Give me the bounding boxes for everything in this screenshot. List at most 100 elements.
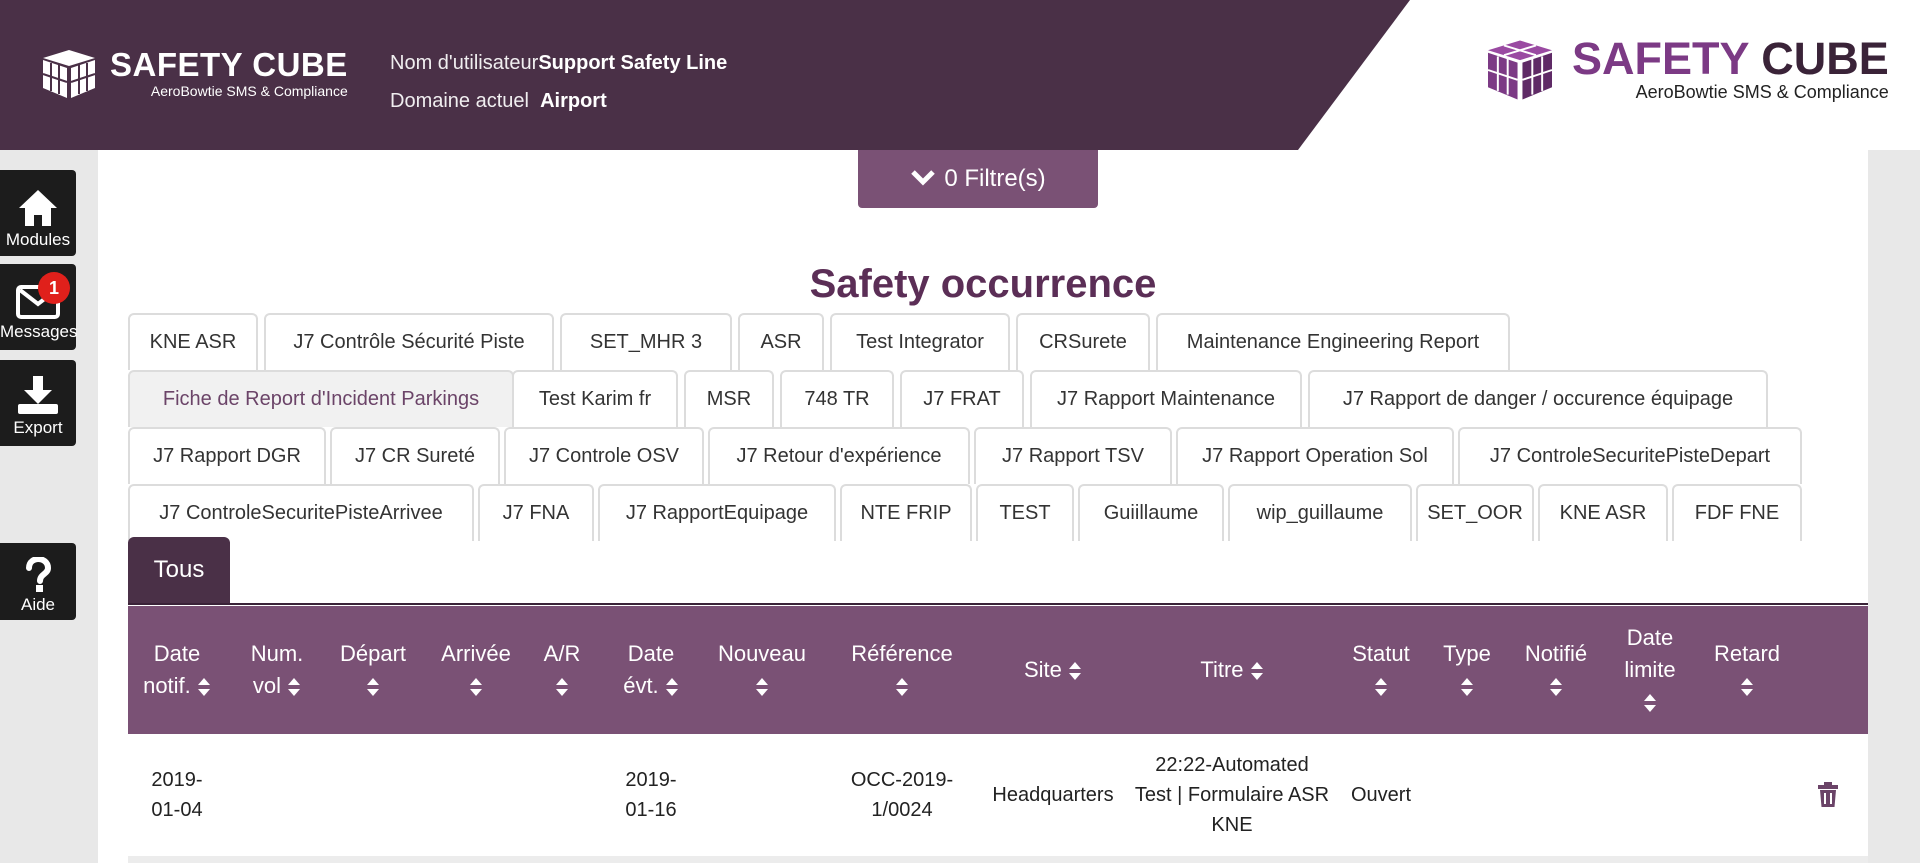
- table-row[interactable]: 2019- 01-04 2019- 01-16 OCC-2019- 1/0024 He…: [128, 734, 1868, 857]
- tab-j7-rapport-tsv[interactable]: J7 Rapport TSV: [974, 427, 1172, 484]
- column-header-label: Date: [627, 641, 675, 666]
- brand-tagline-large: AeroBowtie SMS & Compliance: [1635, 82, 1889, 102]
- sort-icon: [1250, 662, 1263, 681]
- tab-guiillaume[interactable]: Guiillaume: [1078, 484, 1224, 541]
- column-header-num-vol[interactable]: Num. vol: [240, 606, 314, 734]
- modules-button[interactable]: Modules: [0, 170, 76, 256]
- column-header-reference[interactable]: Référence: [832, 606, 972, 734]
- cell-text: OCC-2019-: [850, 769, 954, 791]
- page-title: Safety occurrence: [809, 262, 1157, 306]
- column-header-ar[interactable]: A/R: [532, 606, 592, 734]
- tab-kne-asr-2[interactable]: KNE ASR: [1538, 484, 1668, 541]
- column-header-label: Statut: [1352, 641, 1410, 666]
- brand-name-large: SAFETY CUBE: [1572, 36, 1889, 82]
- tab-fdf-fne[interactable]: FDF FNE: [1672, 484, 1802, 541]
- column-header-label: Site: [1023, 657, 1062, 682]
- tab-kne-asr[interactable]: KNE ASR: [128, 313, 258, 370]
- tab-j7-fna[interactable]: J7 FNA: [478, 484, 594, 541]
- tab-set-mhr-3[interactable]: SET_MHR 3: [560, 313, 732, 370]
- tab-j7-frat[interactable]: J7 FRAT: [900, 370, 1024, 427]
- sort-icon: [755, 678, 768, 697]
- tab-j7-controle-securite-piste-arrivee[interactable]: J7 ControleSecuritePisteArrivee: [128, 484, 474, 541]
- column-header-label: Type: [1443, 641, 1491, 666]
- tab-j7-controle-securite-piste[interactable]: J7 Contrôle Sécurité Piste: [264, 313, 554, 370]
- column-header-titre[interactable]: Titre: [1132, 606, 1332, 734]
- export-label: Export: [13, 418, 63, 437]
- delete-button[interactable]: [1808, 734, 1848, 856]
- download-icon: [18, 376, 58, 414]
- messages-button[interactable]: Messages 1: [0, 264, 78, 350]
- column-header-retard[interactable]: Retard: [1700, 606, 1794, 734]
- tab-asr[interactable]: ASR: [738, 313, 824, 370]
- column-header-label: Num.: [250, 641, 304, 666]
- cell-text: 01-16: [625, 799, 677, 821]
- column-header-arrivee[interactable]: Arrivée: [430, 606, 522, 734]
- tab-748-tr[interactable]: 748 TR: [780, 370, 894, 427]
- tab-j7-controle-osv[interactable]: J7 Controle OSV: [504, 427, 704, 484]
- column-header-notifie[interactable]: Notifié: [1508, 606, 1604, 734]
- brand-name-part1: SAFETY: [1572, 33, 1749, 84]
- export-button[interactable]: Export: [0, 360, 76, 446]
- question-icon: [26, 557, 52, 592]
- tab-msr[interactable]: MSR: [684, 370, 774, 427]
- filter-label: 0 Filtre(s): [944, 165, 1046, 192]
- tab-j7-rapport-danger-occurence[interactable]: J7 Rapport de danger / occurence équipag…: [1308, 370, 1768, 427]
- column-header-label: Date: [153, 641, 201, 666]
- tab-set-oor[interactable]: SET_OOR: [1416, 484, 1534, 541]
- column-header-label: Titre: [1200, 657, 1244, 682]
- column-header-date-limite[interactable]: Date limite: [1608, 606, 1692, 734]
- column-header-date-evt[interactable]: Date évt.: [606, 606, 696, 734]
- column-header-label: A/R: [543, 641, 581, 666]
- brand-logo[interactable]: SAFETY CUBE AeroBowtie SMS & Compliance: [40, 48, 348, 100]
- tab-fiche-report-incident-parkings[interactable]: Fiche de Report d'Incident Parkings: [128, 370, 514, 427]
- tab-j7-cr-surete[interactable]: J7 CR Sureté: [330, 427, 500, 484]
- messages-label: Messages: [0, 322, 78, 341]
- column-header-label: Retard: [1713, 641, 1781, 666]
- cube-logo-icon: [1487, 39, 1553, 100]
- tab-j7-controle-securite-piste-depart[interactable]: J7 ControleSecuritePisteDepart: [1458, 427, 1802, 484]
- sort-icon: [1069, 662, 1082, 681]
- content-panel: 0 Filtre(s) Safety occurrence KNE ASR J7…: [98, 150, 1868, 863]
- tab-j7-rapport-equipage[interactable]: J7 RapportEquipage: [598, 484, 836, 541]
- brand-name-part2: CUBE: [1761, 33, 1889, 84]
- cell-statut: Ouvert: [1350, 784, 1412, 806]
- user-info: Nom d'utilisateurSupport Safety Line Dom…: [390, 44, 727, 120]
- tab-test[interactable]: TEST: [976, 484, 1074, 541]
- filter-toggle-button[interactable]: 0 Filtre(s): [858, 150, 1098, 208]
- cell-site: Headquarters: [992, 784, 1114, 806]
- cell-text: KNE: [1211, 814, 1253, 836]
- tab-crsurete[interactable]: CRSurete: [1016, 313, 1150, 370]
- column-header-label: Départ: [339, 641, 407, 666]
- home-icon: [19, 190, 57, 226]
- messages-count-badge: 1: [38, 272, 70, 304]
- user-value: Support Safety Line: [538, 52, 728, 74]
- column-header-date-notif[interactable]: Date notif.: [138, 606, 216, 734]
- tab-j7-retour-experience[interactable]: J7 Retour d'expérience: [708, 427, 970, 484]
- tabs-divider: [128, 603, 1868, 605]
- tab-test-karim-fr[interactable]: Test Karim fr: [512, 370, 678, 427]
- tab-tous[interactable]: Tous: [128, 537, 230, 603]
- column-header-type[interactable]: Type: [1430, 606, 1504, 734]
- help-label: Aide: [20, 595, 56, 614]
- table-header: Date notif. Num. vol Départ Arrivée A/R Da…: [128, 606, 1868, 734]
- column-header-statut[interactable]: Statut: [1336, 606, 1426, 734]
- column-header-label: Nouveau: [717, 641, 807, 666]
- trash-icon: [1818, 782, 1838, 807]
- cube-logo-icon: [42, 50, 96, 98]
- help-button[interactable]: Aide: [0, 543, 76, 620]
- tab-j7-rapport-dgr[interactable]: J7 Rapport DGR: [128, 427, 326, 484]
- sort-icon: [288, 678, 301, 697]
- column-header-site[interactable]: Site: [978, 606, 1128, 734]
- column-header-label: Date: [1626, 625, 1674, 650]
- tab-maintenance-engineering-report[interactable]: Maintenance Engineering Report: [1156, 313, 1510, 370]
- tab-j7-rapport-operation-sol[interactable]: J7 Rapport Operation Sol: [1176, 427, 1454, 484]
- tab-nte-frip[interactable]: NTE FRIP: [840, 484, 972, 541]
- tab-j7-rapport-maintenance[interactable]: J7 Rapport Maintenance: [1030, 370, 1302, 427]
- sort-icon: [1644, 694, 1656, 713]
- tab-test-integrator[interactable]: Test Integrator: [830, 313, 1010, 370]
- sort-icon: [1460, 678, 1473, 697]
- tab-wip-guillaume[interactable]: wip_guillaume: [1228, 484, 1412, 541]
- column-header-depart[interactable]: Départ: [328, 606, 418, 734]
- column-header-nouveau[interactable]: Nouveau: [702, 606, 822, 734]
- cell-text: 1/0024: [871, 799, 933, 821]
